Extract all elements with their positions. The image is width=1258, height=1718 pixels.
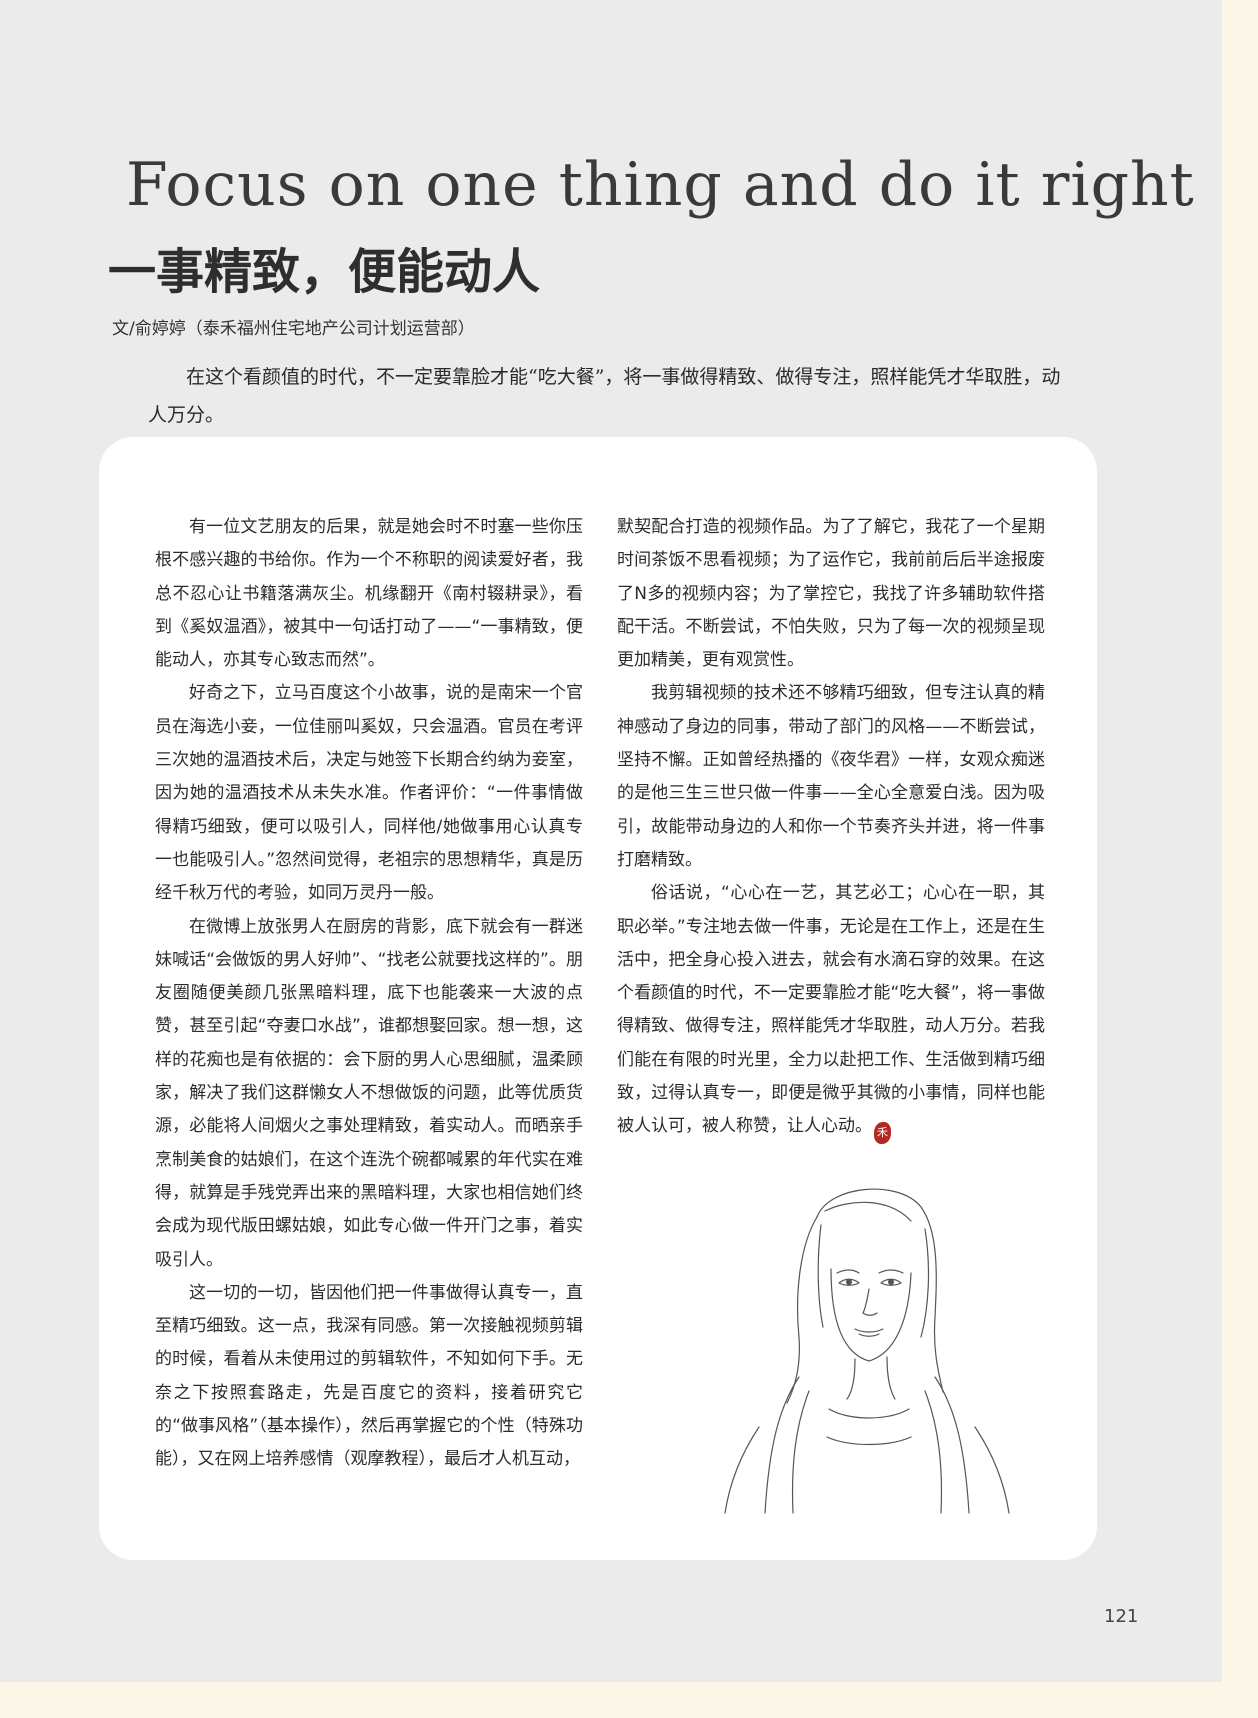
article-column-left: 有一位文艺朋友的后果，就是她会时不时塞一些你压根不感兴趣的书给你。作为一个不称职… <box>155 511 583 1477</box>
body-paragraph-final-text: 俗话说，“心心在一艺，其艺必工；心心在一职，其职必举。”专注地去做一件事，无论是… <box>617 883 1045 1137</box>
body-paragraph: 我剪辑视频的技术还不够精巧细致，但专注认真的精神感动了身边的同事，带动了部门的风… <box>617 683 1045 870</box>
page-number: 121 <box>1104 1606 1139 1627</box>
author-byline: 文/俞婷婷（泰禾福州住宅地产公司计划运营部） <box>112 319 475 339</box>
article-column-right: 默契配合打造的视频作品。为了了解它，我花了一个星期时间茶饭不思看视频；为了运作它… <box>617 511 1045 1145</box>
title-chinese: 一事精致，便能动人 <box>108 244 541 300</box>
article-card: 有一位文艺朋友的后果，就是她会时不时塞一些你压根不感兴趣的书给你。作为一个不称职… <box>99 437 1097 1560</box>
lead-text: 在这个看颜值的时代，不一定要靠脸才能“吃大餐”，将一事做得精致、做得专注，照样能… <box>148 366 1061 426</box>
body-paragraph: 有一位文艺朋友的后果，就是她会时不时塞一些你压根不感兴趣的书给你。作为一个不称职… <box>155 517 583 671</box>
magazine-page: Focus on one thing and do it right 一事精致，… <box>0 0 1222 1682</box>
title-english: Focus on one thing and do it right <box>126 150 1195 220</box>
body-paragraph-final: 俗话说，“心心在一艺，其艺必工；心心在一职，其职必举。”专注地去做一件事，无论是… <box>617 877 1045 1145</box>
red-seal-end-mark-icon: 禾 <box>874 1122 891 1145</box>
body-paragraph-continued: 默契配合打造的视频作品。为了了解它，我花了一个星期时间茶饭不思看视频；为了运作它… <box>617 517 1045 671</box>
body-paragraph: 在微博上放张男人在厨房的背影，底下就会有一群迷妹喊话“会做饭的男人好帅”、“找老… <box>155 916 583 1270</box>
body-paragraph: 这一切的一切，皆因他们把一件事做得认真专一，直至精巧细致。这一点，我深有同感。第… <box>155 1282 583 1470</box>
lead-paragraph: 在这个看颜值的时代，不一定要靠脸才能“吃大餐”，将一事做得精致、做得专注，照样能… <box>148 358 1068 434</box>
pencil-sketch-portrait-icon <box>724 1188 1010 1514</box>
body-paragraph: 好奇之下，立马百度这个小故事，说的是南宋一个官员在海选小妾，一位佳丽叫奚奴，只会… <box>155 683 583 904</box>
